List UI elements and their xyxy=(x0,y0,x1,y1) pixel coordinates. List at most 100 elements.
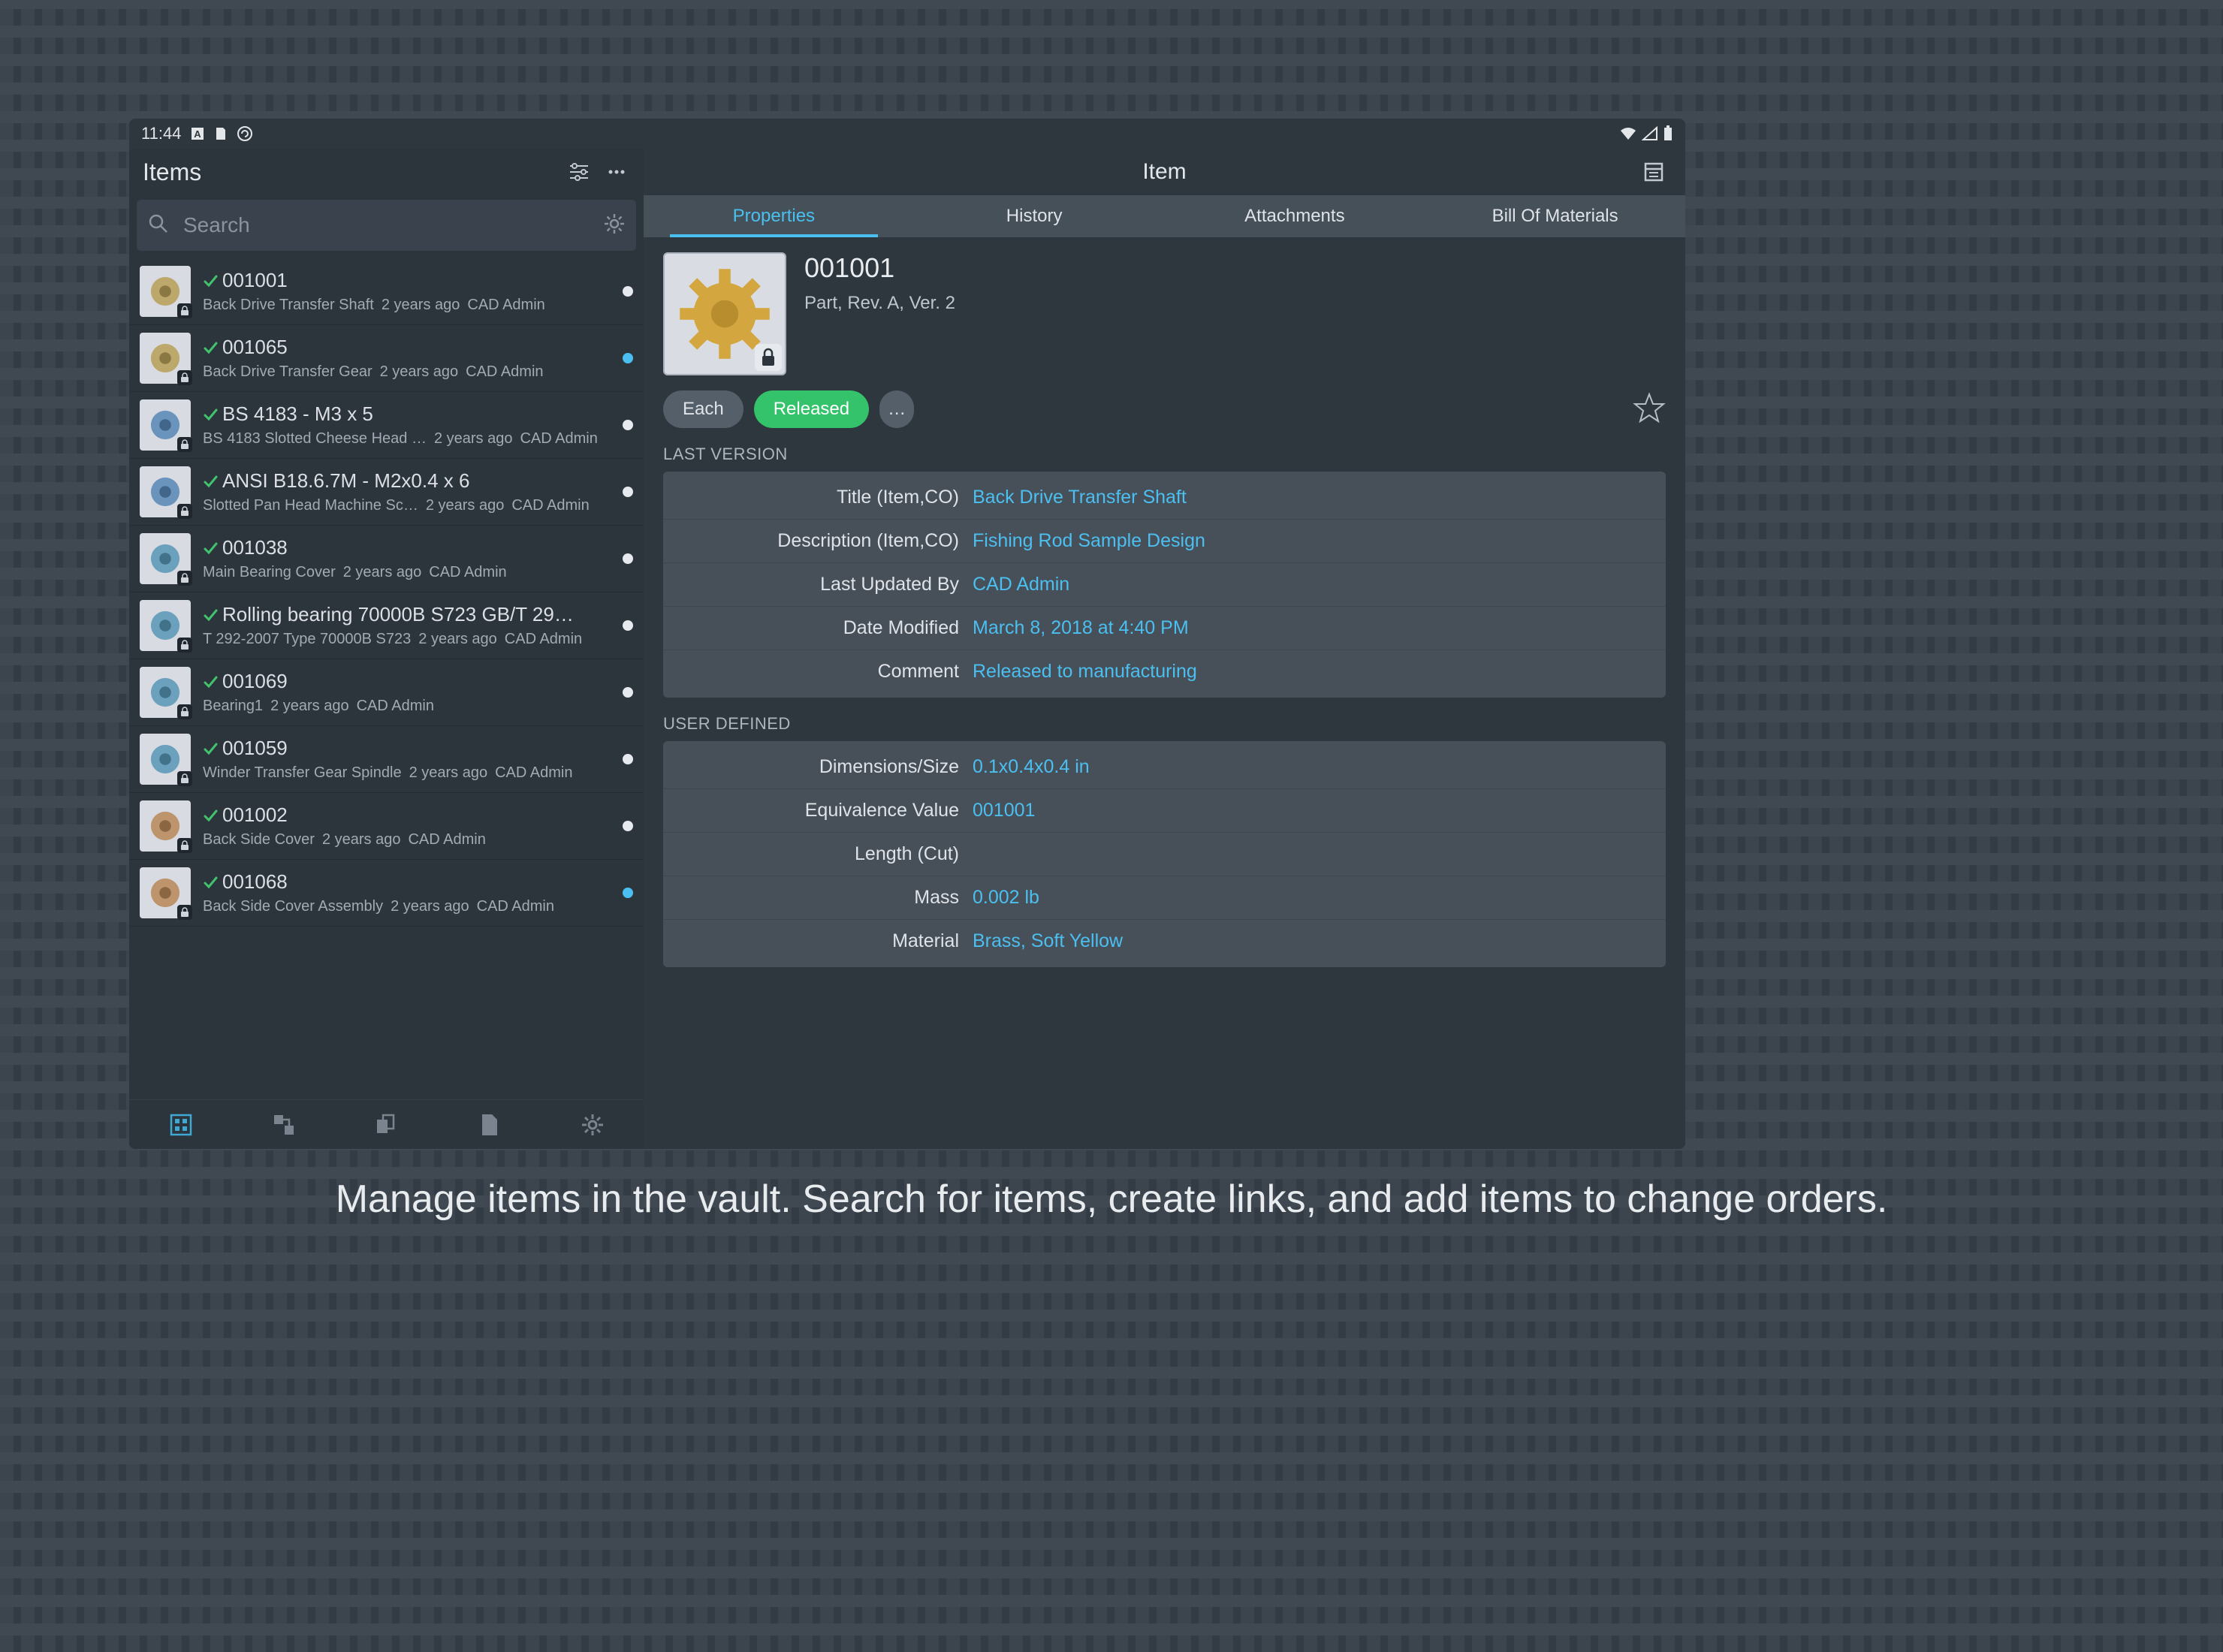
nav-items[interactable] xyxy=(166,1110,196,1140)
list-item[interactable]: 001069 Bearing12 years agoCAD Admin xyxy=(129,659,644,726)
nav-settings[interactable] xyxy=(578,1110,608,1140)
state-chip[interactable]: Released xyxy=(754,390,869,428)
marketing-caption: Manage items in the vault. Search for it… xyxy=(0,1173,2223,1225)
tab-history[interactable]: History xyxy=(904,195,1165,237)
check-icon xyxy=(203,741,218,756)
list-thumb xyxy=(140,466,191,517)
list-item-title: ANSI B18.6.7M - M2x0.4 x 6 xyxy=(222,469,469,493)
tab-bill-of-materials[interactable]: Bill Of Materials xyxy=(1425,195,1685,237)
status-dot xyxy=(623,353,633,363)
lock-icon xyxy=(177,704,192,719)
property-value: Fishing Rod Sample Design xyxy=(973,530,1205,552)
property-row: Description (Item,CO) Fishing Rod Sample… xyxy=(663,520,1666,563)
lock-icon xyxy=(177,437,192,452)
check-icon xyxy=(203,808,218,823)
user-defined-label: USER DEFINED xyxy=(663,714,1666,734)
search-icon xyxy=(147,213,170,239)
status-sd-icon xyxy=(214,126,228,141)
list-item-text: 001069 Bearing12 years agoCAD Admin xyxy=(203,670,611,715)
list-item-text: ANSI B18.6.7M - M2x0.4 x 6 Slotted Pan H… xyxy=(203,469,611,514)
property-label: Last Updated By xyxy=(680,574,973,595)
nav-links[interactable] xyxy=(269,1110,299,1140)
items-sidebar: Items xyxy=(129,149,644,1149)
unit-chip[interactable]: Each xyxy=(663,390,744,428)
property-row: Mass 0.002 lb xyxy=(663,876,1666,920)
property-row: Title (Item,CO) Back Drive Transfer Shaf… xyxy=(663,476,1666,520)
property-row: Date Modified March 8, 2018 at 4:40 PM xyxy=(663,607,1666,650)
check-icon xyxy=(203,541,218,556)
status-dot xyxy=(623,286,633,297)
list-thumb xyxy=(140,867,191,918)
list-item[interactable]: Rolling bearing 70000B S723 GB/T 29… T 2… xyxy=(129,592,644,659)
property-row: Last Updated By CAD Admin xyxy=(663,563,1666,607)
tab-properties[interactable]: Properties xyxy=(644,195,904,237)
lock-icon xyxy=(177,838,192,853)
list-item-text: 001002 Back Side Cover2 years agoCAD Adm… xyxy=(203,803,611,849)
list-item-title: Rolling bearing 70000B S723 GB/T 29… xyxy=(222,603,574,626)
user-defined-block: Dimensions/Size 0.1x0.4x0.4 in Equivalenc… xyxy=(663,741,1666,967)
lock-icon xyxy=(177,303,192,318)
lock-icon xyxy=(177,638,192,653)
property-label: Equivalence Value xyxy=(680,800,973,821)
list-item[interactable]: 001065 Back Drive Transfer Gear2 years a… xyxy=(129,325,644,392)
list-item-title: BS 4183 - M3 x 5 xyxy=(222,402,373,426)
check-icon xyxy=(203,407,218,422)
property-label: Date Modified xyxy=(680,617,973,639)
check-icon xyxy=(203,674,218,689)
list-thumb xyxy=(140,333,191,384)
list-item-text: 001065 Back Drive Transfer Gear2 years a… xyxy=(203,336,611,381)
item-number: 001001 xyxy=(804,252,955,284)
property-row: Dimensions/Size 0.1x0.4x0.4 in xyxy=(663,746,1666,789)
list-item[interactable]: 001038 Main Bearing Cover2 years agoCAD … xyxy=(129,526,644,592)
signal-icon xyxy=(1642,126,1658,141)
nav-copies[interactable] xyxy=(372,1110,402,1140)
list-thumb xyxy=(140,667,191,718)
status-time: 11:44 xyxy=(141,124,181,143)
detail-title: Item xyxy=(689,159,1640,185)
more-button[interactable] xyxy=(603,158,630,185)
status-dot xyxy=(623,553,633,564)
more-chip[interactable]: … xyxy=(879,390,914,428)
status-app-icon: A xyxy=(190,126,205,141)
list-item-text: 001001 Back Drive Transfer Shaft2 years … xyxy=(203,269,611,314)
list-item[interactable]: BS 4183 - M3 x 5 BS 4183 Slotted Cheese … xyxy=(129,392,644,459)
search-input[interactable] xyxy=(183,213,590,237)
list-item[interactable]: 001059 Winder Transfer Gear Spindle2 yea… xyxy=(129,726,644,793)
property-label: Length (Cut) xyxy=(680,843,973,865)
property-value: 0.002 lb xyxy=(973,887,1039,909)
status-dot xyxy=(623,487,633,497)
nav-document[interactable] xyxy=(475,1110,505,1140)
list-item[interactable]: ANSI B18.6.7M - M2x0.4 x 6 Slotted Pan H… xyxy=(129,459,644,526)
property-label: Comment xyxy=(680,661,973,683)
list-thumb xyxy=(140,533,191,584)
last-version-block: Title (Item,CO) Back Drive Transfer Shaf… xyxy=(663,472,1666,698)
check-icon xyxy=(203,875,218,890)
sidebar-title: Items xyxy=(143,158,555,186)
list-item-text: 001059 Winder Transfer Gear Spindle2 yea… xyxy=(203,737,611,782)
list-item-text: BS 4183 - M3 x 5 BS 4183 Slotted Cheese … xyxy=(203,402,611,448)
detail-action-icon[interactable] xyxy=(1640,158,1667,185)
check-icon xyxy=(203,273,218,288)
tab-attachments[interactable]: Attachments xyxy=(1165,195,1425,237)
list-item[interactable]: 001002 Back Side Cover2 years agoCAD Adm… xyxy=(129,793,644,860)
property-label: Material xyxy=(680,930,973,952)
lock-icon xyxy=(177,771,192,786)
favorite-button[interactable] xyxy=(1633,391,1666,428)
property-value: Back Drive Transfer Shaft xyxy=(973,487,1187,508)
list-item[interactable]: 001001 Back Drive Transfer Shaft2 years … xyxy=(129,258,644,325)
list-item-title: 001002 xyxy=(222,803,288,827)
lock-icon xyxy=(755,344,782,371)
lock-icon xyxy=(177,571,192,586)
lock-icon xyxy=(177,504,192,519)
search-settings-icon[interactable] xyxy=(603,213,626,239)
property-label: Description (Item,CO) xyxy=(680,530,973,552)
status-dot xyxy=(623,620,633,631)
detail-header: Item xyxy=(644,149,1685,195)
filter-button[interactable] xyxy=(566,158,593,185)
property-label: Dimensions/Size xyxy=(680,756,973,778)
status-dot xyxy=(623,821,633,831)
list-item-text: Rolling bearing 70000B S723 GB/T 29… T 2… xyxy=(203,603,611,648)
list-thumb xyxy=(140,734,191,785)
list-item[interactable]: 001068 Back Side Cover Assembly2 years a… xyxy=(129,860,644,927)
lock-icon xyxy=(177,370,192,385)
